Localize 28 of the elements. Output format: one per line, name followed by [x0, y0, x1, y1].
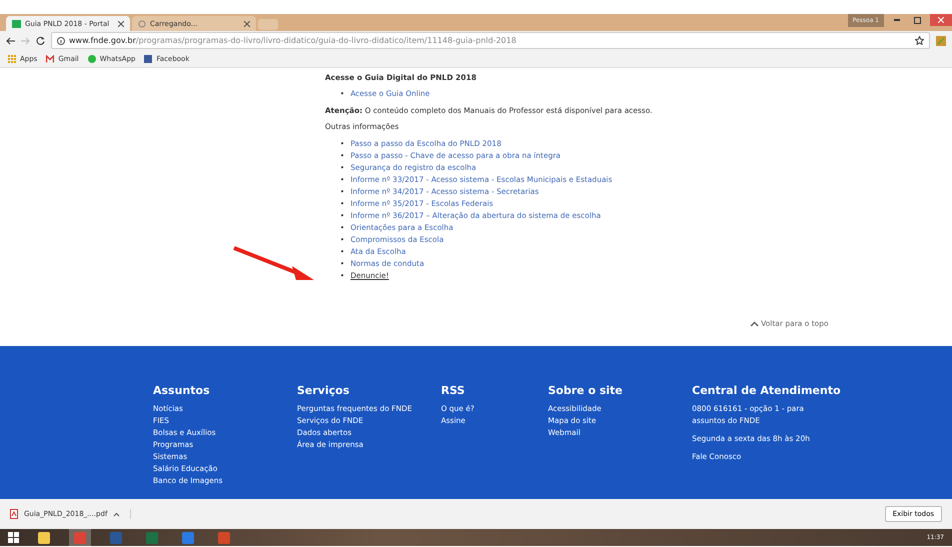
mail-icon: [46, 54, 54, 62]
restore-icon: [914, 16, 920, 24]
url-text: www.fnde.gov.br/programas/programas-do-livro/livro-didatico/guia-do-livro-didatico/item/11148-guia-pnld-2018: [69, 36, 516, 45]
address-bar[interactable]: www.fnde.gov.br/programas/programas-do-livro/livro-didatico/guia-do-livro-didatico/item/11148-guia-pnld-2018: [51, 32, 930, 49]
footer-heading: Central de Atendimento: [692, 384, 842, 397]
reload-icon[interactable]: [36, 36, 45, 45]
caret-icon: [113, 512, 120, 516]
chevron-up-icon: [750, 320, 759, 326]
square-icon: [144, 54, 152, 62]
close-icon[interactable]: [244, 20, 250, 26]
footer-heading: RSS: [441, 384, 466, 397]
footer-heading: Assuntos: [153, 384, 211, 397]
footer-heading: Serviços: [297, 384, 350, 397]
pdf-icon: [10, 509, 18, 519]
extension-icon[interactable]: [936, 36, 946, 46]
back-icon[interactable]: [6, 36, 15, 44]
footer-heading: Sobre o site: [548, 384, 624, 397]
spinner-icon: [138, 20, 146, 28]
close-icon: [938, 17, 944, 23]
close-icon[interactable]: [118, 20, 124, 26]
minimize-icon: [894, 19, 900, 21]
chat-icon: [88, 54, 96, 62]
star-icon[interactable]: [915, 36, 924, 45]
close-button[interactable]: [930, 14, 952, 26]
grid-icon: [8, 54, 16, 62]
info-icon: [57, 36, 65, 44]
windows-icon[interactable]: [8, 532, 19, 543]
page-icon: [12, 20, 21, 28]
